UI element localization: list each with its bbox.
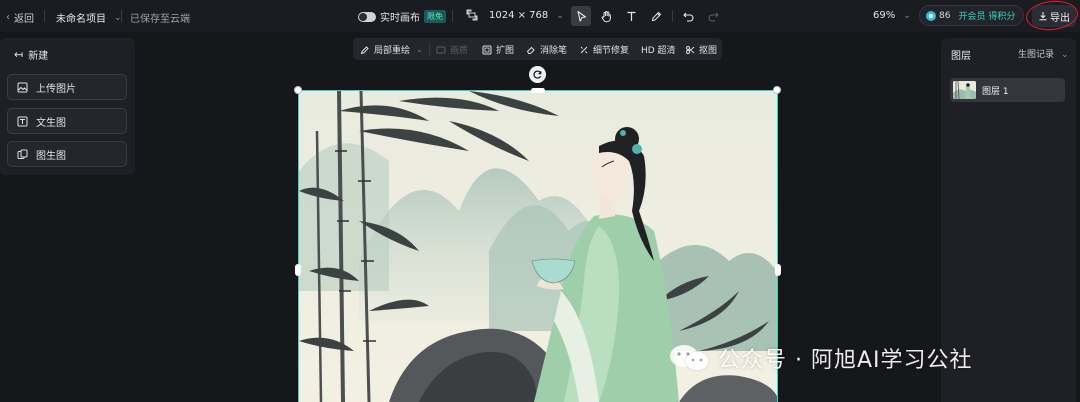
resize-handle-top-right[interactable] bbox=[773, 86, 781, 94]
watermark: 公众号 · 阿旭AI学习公社 bbox=[668, 342, 973, 374]
project-name-dropdown[interactable]: 未命名项目 ⌄ bbox=[56, 10, 122, 26]
divider bbox=[44, 10, 45, 22]
hand-tool[interactable] bbox=[596, 6, 616, 26]
canvas-size: 1024 × 768 bbox=[489, 10, 549, 21]
image-to-image-icon bbox=[17, 149, 28, 159]
undo-icon bbox=[682, 12, 693, 22]
quality-tool[interactable]: 画质 bbox=[436, 43, 468, 56]
text-icon bbox=[627, 11, 635, 21]
brush-icon bbox=[360, 45, 369, 54]
quality-label: 画质 bbox=[450, 46, 469, 56]
resize-handle-left[interactable] bbox=[295, 264, 301, 276]
resize-handle-right[interactable] bbox=[775, 264, 781, 276]
cutout-label: 抠图 bbox=[699, 46, 718, 56]
credits-icon bbox=[926, 10, 936, 21]
resize-handle-top-left[interactable] bbox=[294, 86, 302, 94]
vip-link[interactable]: 开会员 得积分 bbox=[958, 9, 1015, 22]
eraser-icon bbox=[526, 46, 535, 54]
select-tool[interactable] bbox=[571, 6, 591, 26]
project-name: 未命名项目 bbox=[56, 14, 106, 25]
repair-icon bbox=[580, 46, 588, 53]
image-to-image-label: 图生图 bbox=[36, 150, 66, 162]
left-panel: ↤ 新建 上传图片 文生图 图生图 bbox=[0, 38, 135, 175]
canvas-toolbar: 局部重绘 ⌄ 画质 扩图 消除笔 细节修复 HD 超清 抠图 bbox=[353, 38, 722, 60]
redo-icon bbox=[708, 12, 719, 22]
rotate-button[interactable] bbox=[529, 66, 546, 83]
credits-pill[interactable]: 86 开会员 得积分 bbox=[919, 5, 1024, 26]
pen-tool[interactable] bbox=[646, 6, 666, 26]
toggle-switch[interactable] bbox=[358, 11, 376, 22]
inpaint-tool[interactable]: 局部重绘 ⌄ bbox=[360, 43, 423, 56]
upload-image-label: 上传图片 bbox=[36, 83, 76, 95]
expand-label: 扩图 bbox=[496, 46, 515, 56]
text-to-image-label: 文生图 bbox=[36, 117, 66, 129]
save-status: 已保存至云端 bbox=[130, 14, 190, 25]
cutout-icon bbox=[686, 45, 695, 54]
red-annotation-circle bbox=[1024, 0, 1080, 33]
layer-name: 图层 1 bbox=[982, 86, 1009, 97]
realtime-canvas-toggle[interactable]: 实时画布 限免 bbox=[358, 9, 446, 24]
back-label: 返回 bbox=[14, 14, 34, 25]
thumbnail-image bbox=[953, 81, 976, 99]
chevron-down-icon: ⌄ bbox=[903, 10, 911, 21]
top-bar: ‹ 返回 未命名项目 ⌄ 已保存至云端 实时画布 限免 1024 × 768 ⌄… bbox=[0, 0, 1080, 33]
resize-handle-top[interactable] bbox=[531, 88, 545, 93]
cutout-tool[interactable]: 抠图 bbox=[685, 43, 717, 56]
arrow-left-icon: ↤ bbox=[14, 48, 24, 61]
text-to-image-icon bbox=[17, 116, 28, 126]
chevron-down-icon: ⌄ bbox=[416, 45, 423, 54]
eraser-label: 消除笔 bbox=[540, 46, 568, 56]
text-tool[interactable] bbox=[621, 6, 641, 26]
wechat-icon bbox=[670, 345, 710, 371]
layers-title: 图层 bbox=[951, 51, 971, 62]
watermark-text: 公众号 · 阿旭AI学习公社 bbox=[718, 348, 973, 373]
layer-item[interactable]: 图层 1 bbox=[950, 78, 1065, 102]
divider bbox=[429, 43, 430, 55]
canvas-size-dropdown[interactable]: 1024 × 768 ⌄ bbox=[489, 10, 564, 21]
new-button[interactable]: ↤ 新建 bbox=[14, 47, 48, 62]
zoom-dropdown[interactable]: 69% ⌄ bbox=[873, 10, 911, 21]
free-badge: 限免 bbox=[424, 10, 446, 23]
eraser-tool[interactable]: 消除笔 bbox=[526, 43, 567, 56]
pen-icon bbox=[651, 11, 661, 21]
undo-button[interactable] bbox=[678, 6, 698, 26]
chevron-left-icon: ‹ bbox=[6, 12, 10, 23]
generation-history-dropdown[interactable]: 生图记录 ⌄ bbox=[1018, 47, 1068, 60]
expand-tool[interactable]: 扩图 bbox=[482, 43, 514, 56]
hd-upscale-tool[interactable]: HD 超清 bbox=[641, 43, 676, 56]
hand-icon bbox=[601, 10, 611, 22]
divider bbox=[672, 10, 673, 22]
inpaint-label: 局部重绘 bbox=[374, 46, 411, 56]
divider bbox=[121, 10, 122, 22]
realtime-canvas-label: 实时画布 bbox=[380, 13, 420, 24]
rotate-icon bbox=[533, 70, 542, 79]
detail-repair-tool[interactable]: 细节修复 bbox=[579, 43, 629, 56]
quality-icon bbox=[436, 46, 446, 53]
canvas-size-icon[interactable] bbox=[466, 9, 478, 21]
image-upload-icon bbox=[17, 82, 28, 92]
back-button[interactable]: ‹ 返回 bbox=[6, 10, 34, 25]
upload-image-button[interactable]: 上传图片 bbox=[7, 74, 127, 100]
redo-button[interactable] bbox=[703, 6, 723, 26]
divider bbox=[452, 10, 453, 22]
history-label: 生图记录 bbox=[1018, 50, 1055, 60]
text-to-image-button[interactable]: 文生图 bbox=[7, 108, 127, 134]
hd-upscale-label: HD 超清 bbox=[641, 46, 676, 56]
cursor-icon bbox=[576, 10, 586, 22]
zoom-level: 69% bbox=[873, 10, 896, 21]
new-label: 新建 bbox=[28, 51, 49, 62]
image-to-image-button[interactable]: 图生图 bbox=[7, 141, 127, 167]
credit-count: 86 bbox=[939, 10, 951, 21]
detail-repair-label: 细节修复 bbox=[593, 46, 630, 56]
chevron-down-icon: ⌄ bbox=[1060, 50, 1069, 60]
chevron-down-icon: ⌄ bbox=[556, 10, 564, 21]
expand-icon bbox=[482, 45, 492, 54]
layer-thumbnail bbox=[953, 81, 976, 99]
